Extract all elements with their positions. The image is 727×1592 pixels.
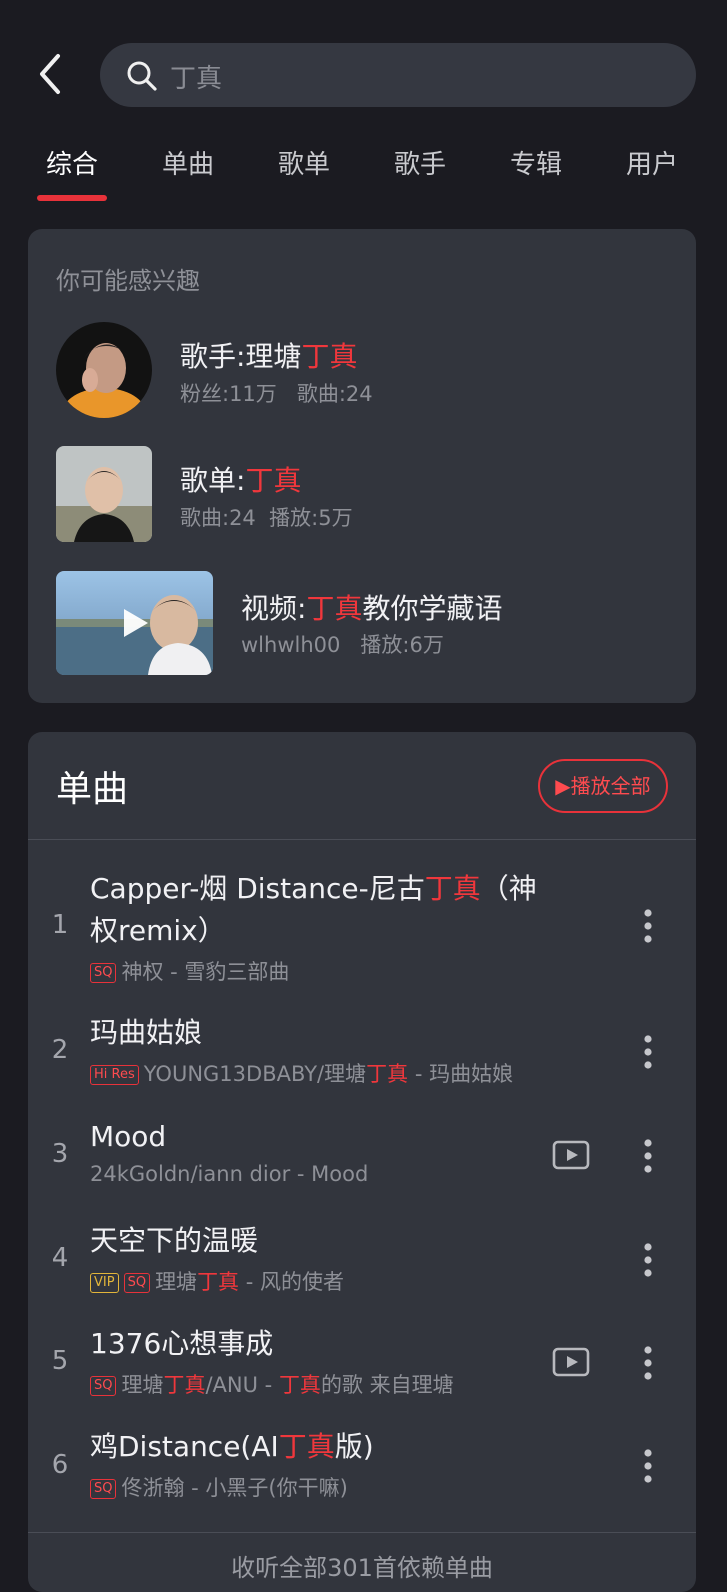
singles-title: 单曲 [56,769,129,810]
artist-avatar [56,322,152,418]
song-album: - 玛曲姑娘 [408,1062,514,1086]
interest-card: 你可能感兴趣 歌手:理塘丁真 粉丝:11万 歌曲:24 歌单:丁真 歌曲:24 … [28,229,696,703]
video-title-suffix: 教你学藏语 [362,592,503,625]
song-album: 的歌 来自理塘 [320,1373,454,1397]
video-thumbnail [56,571,213,675]
video-highlight: 丁真 [306,592,363,625]
song-title-suffix: 版) [334,1430,374,1463]
active-tab-indicator [37,195,107,201]
tab-users[interactable]: 用户 [607,144,697,181]
song-title: 1376心想事成 [90,1327,274,1360]
divider [28,839,696,840]
song-number: 5 [51,1346,69,1376]
sq-badge: SQ [90,963,117,983]
playlist-plays: 播放:5万 [269,506,353,530]
back-icon [40,54,60,94]
song-title: Mood [90,1120,167,1153]
song-artist: 理塘 [155,1270,198,1294]
more-icon[interactable] [642,1034,654,1070]
more-icon[interactable] [642,1345,654,1381]
video-plays: 播放:6万 [360,633,444,657]
song-title: 天空下的温暖 [90,1224,259,1257]
play-all-button[interactable]: ▶播放全部 [538,759,668,813]
playlist-cover [56,446,152,542]
song-meta: 24kGoldn/iann dior - Mood [90,1162,369,1186]
playlist-label: 歌单: [180,464,246,497]
interest-title: 你可能感兴趣 [56,267,200,295]
sq-badge: SQ [90,1376,117,1396]
playlist-songs: 歌曲:24 [180,506,256,530]
video-label: 视频: [241,592,307,625]
song-number: 4 [51,1243,69,1273]
song-title-text: 鸡Distance(AI [90,1430,279,1463]
song-artist-album: 神权 - 雪豹三部曲 [121,960,290,984]
tab-artists[interactable]: 歌手 [375,144,465,181]
search-tabs: 综合 单曲 歌单 歌手 专辑 用户 [0,140,727,204]
song-number: 3 [51,1139,69,1169]
mv-icon[interactable] [552,1140,590,1170]
artist-songs: 歌曲:24 [296,382,373,406]
song-title: Capper-烟 Distance-尼古丁真（神权remix） [90,868,560,952]
song-number: 1 [51,910,69,940]
song-title: 鸡Distance(AI丁真版) [90,1426,560,1468]
song-artist: YOUNG13DBABY/理塘 [143,1062,367,1086]
hires-badge: Hi Res [90,1065,139,1085]
tab-comprehensive[interactable]: 综合 [27,144,117,181]
song-title-highlight: 丁真 [278,1430,335,1463]
artist-label: 歌手:理塘 [180,340,302,373]
song-number: 2 [51,1035,69,1065]
singles-card: 单曲 ▶播放全部 1 Capper-烟 Distance-尼古丁真（神权remi… [28,732,696,1592]
song-meta-highlight: 丁真 [197,1270,240,1294]
tab-albums[interactable]: 专辑 [491,144,581,181]
song-artist-album: 佟浙翰 - 小黑子(你干嘛) [121,1476,348,1500]
search-input[interactable]: 丁真 [100,43,696,107]
artist-highlight: 丁真 [301,340,358,373]
song-title: 玛曲姑娘 [90,1016,203,1049]
song-meta-highlight: 丁真 [163,1373,206,1397]
song-artist: 理塘 [121,1373,164,1397]
sq-badge: SQ [90,1479,117,1499]
listen-all-link[interactable]: 收听全部301首依赖单曲 [28,1548,696,1583]
back-button[interactable] [34,52,70,96]
more-icon[interactable] [642,1242,654,1278]
song-title-text: Capper-烟 Distance-尼古 [90,872,425,905]
song-meta: VIP SQ 理塘丁真 - 风的使者 [90,1266,344,1296]
song-number: 6 [51,1450,69,1480]
song-meta: SQ 理塘丁真/ANU - 丁真的歌 来自理塘 [90,1369,454,1399]
tab-singles[interactable]: 单曲 [143,144,233,181]
more-icon[interactable] [642,908,654,944]
sq-badge: SQ [123,1273,151,1293]
more-icon[interactable] [642,1448,654,1484]
search-icon [127,61,157,91]
video-uploader: wlhwlh00 [241,633,341,657]
song-meta: SQ 神权 - 雪豹三部曲 [90,956,289,986]
song-meta: SQ 佟浙翰 - 小黑子(你干嘛) [90,1472,348,1502]
mv-icon[interactable] [552,1347,590,1377]
song-meta-highlight: 丁真 [366,1062,409,1086]
song-artist-2: /ANU - [205,1373,279,1397]
divider [28,1532,696,1533]
artist-fans: 粉丝:11万 [180,382,277,406]
song-title-highlight: 丁真 [424,872,481,905]
play-icon [124,609,148,637]
tab-playlists[interactable]: 歌单 [259,144,349,181]
playlist-highlight: 丁真 [245,464,302,497]
more-icon[interactable] [642,1138,654,1174]
vip-badge: VIP [90,1273,119,1293]
song-meta-highlight-2: 丁真 [278,1373,321,1397]
song-album: - 风的使者 [239,1270,344,1294]
song-meta: Hi Res YOUNG13DBABY/理塘丁真 - 玛曲姑娘 [90,1058,513,1088]
search-query: 丁真 [170,64,223,94]
